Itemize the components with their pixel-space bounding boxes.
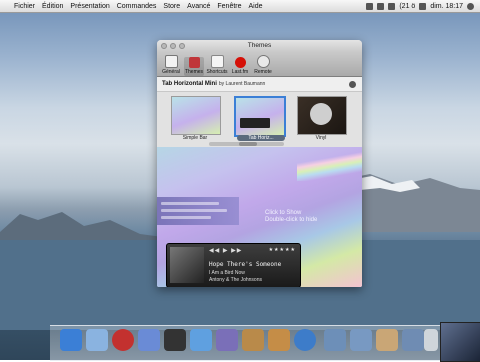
finder-icon[interactable] — [60, 329, 82, 351]
theme-preview: Click to Show Double-click to hide ◀◀ ▶ … — [157, 147, 362, 287]
dock — [50, 325, 440, 361]
toolbar-label: Last.fm — [231, 69, 249, 75]
hint-line: Click to Show — [265, 210, 302, 216]
menu-edition[interactable]: Édition — [42, 3, 63, 10]
zoom-button[interactable] — [179, 43, 185, 49]
toolbar-label: Général — [162, 69, 180, 75]
theme-name: Tab Horizontal Mini — [162, 81, 217, 87]
home-folder-icon[interactable] — [376, 329, 398, 351]
mini-player[interactable]: ◀◀ ▶ ▶▶ ★★★★★ Hope There's Someone I Am … — [166, 243, 301, 287]
thumbnail-scrollbar[interactable] — [209, 142, 284, 146]
album-name: I Am a Bird Now — [209, 270, 245, 276]
playback-controls[interactable]: ◀◀ ▶ ▶▶ — [209, 247, 242, 254]
itunes-icon[interactable] — [138, 329, 160, 351]
toolbar-label: Remote — [254, 69, 272, 75]
guitar-icon[interactable] — [242, 329, 264, 351]
hint-line: Double-click to hide — [265, 217, 318, 223]
toolbar-lastfm[interactable]: Last.fm — [230, 57, 250, 76]
coffee-icon[interactable] — [268, 329, 290, 351]
lastfm-icon — [234, 57, 246, 68]
app-icon[interactable] — [190, 329, 212, 351]
globe-icon[interactable] — [294, 329, 316, 351]
rainbow-decoration — [297, 147, 362, 181]
documents-folder-icon[interactable] — [350, 329, 372, 351]
thumbnail-label: Simple Bar — [182, 135, 208, 141]
window-title: Themes — [247, 42, 272, 49]
info-icon[interactable] — [349, 80, 356, 88]
theme-header: Tab Horizontal Mini by Laurent Baumann — [157, 77, 362, 92]
preview-hint: Click to Show Double-click to hide — [265, 210, 317, 224]
remote-icon — [256, 55, 270, 68]
toolbar-general[interactable]: Général — [161, 55, 181, 76]
shortcuts-icon — [210, 55, 224, 68]
album-art — [170, 247, 204, 283]
spotlight-icon[interactable] — [467, 2, 474, 10]
toolbar-themes[interactable]: Themes — [184, 57, 204, 76]
menu-bar: Fichier Édition Présentation Commandes S… — [0, 0, 480, 13]
camera-icon[interactable] — [164, 329, 186, 351]
thumbnail-simple-bar[interactable] — [171, 96, 221, 135]
trash-icon[interactable] — [424, 329, 438, 351]
wifi-icon[interactable] — [419, 2, 427, 10]
toolbar-label: Themes — [184, 69, 204, 75]
close-button[interactable] — [161, 43, 167, 49]
menubar-clock[interactable]: dim. 18:17 — [430, 3, 463, 10]
themes-window: Themes Général Themes Shortcuts Last.fm … — [157, 40, 362, 287]
blurred-playlist — [157, 197, 239, 225]
minimize-button[interactable] — [170, 43, 176, 49]
preferences-toolbar: Général Themes Shortcuts Last.fm Remote — [157, 52, 362, 77]
volume-icon[interactable] — [388, 2, 396, 10]
opera-icon[interactable] — [112, 329, 134, 351]
applications-folder-icon[interactable] — [324, 329, 346, 351]
status-icon[interactable] — [366, 2, 374, 10]
artist-name: Antony & The Johnsons — [209, 277, 262, 283]
preview-icon[interactable] — [86, 329, 108, 351]
battery-status[interactable]: (21 ö — [399, 3, 415, 10]
toolbar-remote[interactable]: Remote — [253, 55, 273, 76]
toolbar-shortcuts[interactable]: Shortcuts — [206, 55, 228, 76]
window-titlebar[interactable]: Themes — [157, 40, 362, 52]
menu-avance[interactable]: Avancé — [187, 3, 210, 10]
downloads-folder-icon[interactable] — [402, 329, 424, 351]
thumbnail-vinyl[interactable] — [297, 96, 347, 135]
menu-presentation[interactable]: Présentation — [70, 3, 109, 10]
track-title: Hope There's Someone — [209, 261, 282, 268]
menu-fichier[interactable]: Fichier — [14, 3, 35, 10]
thumbnail-label-selected: Tab Horiz... — [237, 135, 285, 141]
menu-aide[interactable]: Aide — [249, 3, 263, 10]
thumbnail-label: Vinyl — [315, 135, 327, 141]
thumbnail-tab-horizontal[interactable] — [234, 96, 286, 137]
menu-fenetre[interactable]: Fenêtre — [217, 3, 241, 10]
menu-commandes[interactable]: Commandes — [117, 3, 157, 10]
rating-stars[interactable]: ★★★★★ — [269, 247, 296, 253]
window-controls — [161, 43, 185, 49]
menu-store[interactable]: Store — [163, 3, 180, 10]
bluetooth-icon[interactable] — [377, 2, 385, 10]
theme-author: by Laurent Baumann — [218, 81, 266, 87]
general-icon — [164, 55, 178, 68]
theme-thumbnails: Simple Bar Tab Horiz... Vinyl — [157, 92, 362, 148]
toolbar-label: Shortcuts — [206, 69, 228, 75]
scrollbar-knob[interactable] — [239, 142, 257, 146]
menubar-status-area: (21 ö dim. 18:17 — [366, 0, 474, 12]
themes-icon — [188, 57, 200, 68]
dock-window-thumbnail[interactable] — [440, 322, 480, 362]
pen-icon[interactable] — [216, 329, 238, 351]
